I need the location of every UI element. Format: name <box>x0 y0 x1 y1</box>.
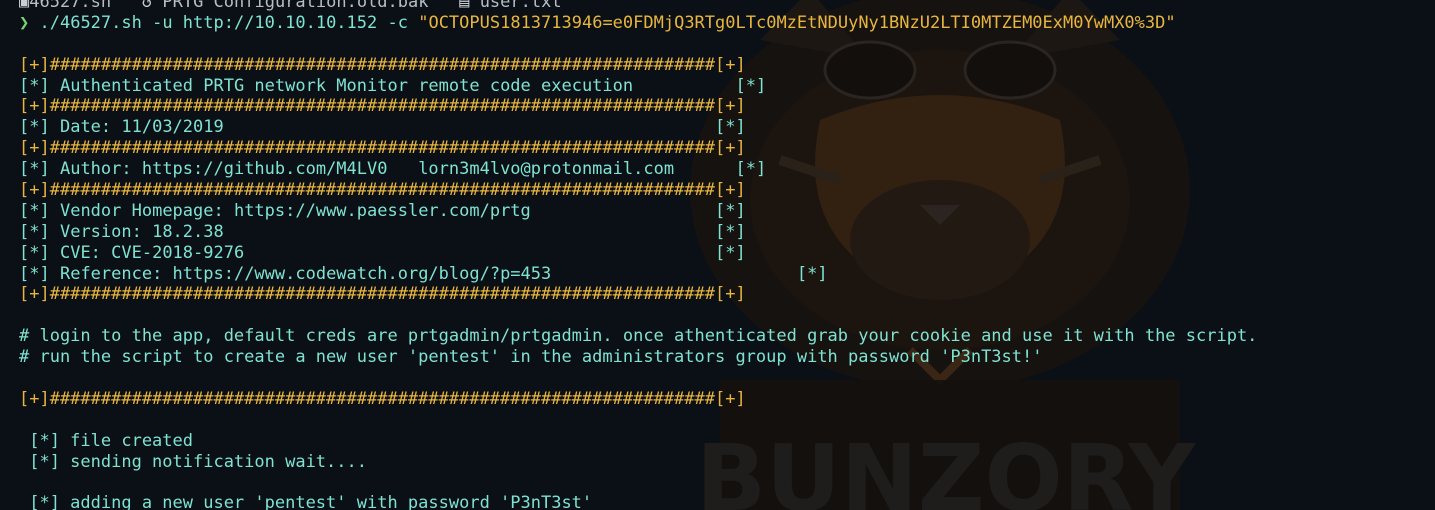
banner-edge-right: [*] <box>715 221 746 242</box>
banner-vendor-row: [*] Vendor Homepage: https://www.paessle… <box>19 201 1257 222</box>
usage-comment: # login to the app, default creds are pr… <box>19 326 1258 347</box>
document-icon: ▤ <box>459 0 470 12</box>
banner-edge-left: [*] <box>19 117 50 138</box>
file-tab-strip: ▣46527.sh ↺ PRTG Configuration.old.bak ▤… <box>19 0 1257 13</box>
terminal-output: ▣46527.sh ↺ PRTG Configuration.old.bak ▤… <box>19 0 1257 510</box>
status-output-line: [*] sending notification wait.... <box>19 451 367 472</box>
status-output-line: [*] adding a new user 'pentest' with pas… <box>19 493 593 510</box>
prompt-arrow-icon: ❯ <box>19 12 30 33</box>
banner-border: [+]#####################################… <box>19 138 746 159</box>
banner-border: [+]#####################################… <box>19 54 746 75</box>
status-output-line: [*] file created <box>19 430 193 451</box>
banner-version: Version: 18.2.38 <box>59 221 224 242</box>
banner-author-row: [*] Author: https://github.com/M4LV0 lor… <box>19 159 1257 180</box>
terminal-window[interactable]: BUNZORY ▣46527.sh ↺ PRTG Configuration.o… <box>0 0 1435 510</box>
banner-border: [+]#####################################… <box>19 96 746 117</box>
banner-border: [+]#####################################… <box>19 388 746 409</box>
banner-author: Author: https://github.com/M4LV0 lorn3m4… <box>59 159 675 180</box>
banner-edge-left: [*] <box>19 263 50 284</box>
banner-title-row: [*] Authenticated PRTG network Monitor r… <box>19 76 1257 97</box>
banner-vendor: Vendor Homepage: https://www.paessler.co… <box>59 200 531 221</box>
usage-comment: # run the script to create a new user 'p… <box>19 347 1043 368</box>
command-cookie-argument: "OCTOPUS1813713946=e0FDMjQ3RTg0LTc0MzEtN… <box>418 12 1176 33</box>
banner-edge-right: [*] <box>715 200 746 221</box>
command-line: ❯ ./46527.sh -u http://10.10.10.152 -c "… <box>19 13 1257 34</box>
banner-edge-left: [*] <box>19 200 50 221</box>
banner-title: Authenticated PRTG network Monitor remot… <box>59 75 634 96</box>
banner-edge-left: [*] <box>19 159 50 180</box>
banner-reference-row: [*] Reference: https://www.codewatch.org… <box>19 264 1257 285</box>
banner-reference: Reference: https://www.codewatch.org/blo… <box>59 263 552 284</box>
banner-edge-left: [*] <box>19 221 50 242</box>
banner-cve-row: [*] CVE: CVE-2018-9276 [*] <box>19 243 1257 264</box>
file-tab-label[interactable]: user.txt <box>480 0 562 12</box>
file-tab-label[interactable]: PRTG Configuration.old.bak <box>162 0 428 12</box>
banner-edge-right: [*] <box>735 159 767 180</box>
banner-border: [+]#####################################… <box>19 180 746 201</box>
banner-border: [+]#####################################… <box>19 284 746 305</box>
banner-edge-right: [*] <box>715 242 746 263</box>
history-icon: ↺ <box>141 0 153 12</box>
banner-cve: CVE: CVE-2018-9276 <box>59 242 245 263</box>
command-text: ./46527.sh -u http://10.10.10.152 -c <box>39 12 408 33</box>
banner-version-row: [*] Version: 18.2.38 [*] <box>19 222 1257 243</box>
banner-date-row: [*] Date: 11/03/2019 [*] <box>19 117 1257 138</box>
terminal-file-icon: ▣ <box>19 0 30 12</box>
banner-edge-right: [*] <box>715 117 746 138</box>
file-tab-label[interactable]: 46527.sh <box>29 0 111 12</box>
banner-edge-right: [*] <box>796 263 828 284</box>
banner-edge-left: [*] <box>19 75 50 96</box>
banner-edge-right: [*] <box>735 75 767 96</box>
banner-date: Date: 11/03/2019 <box>59 117 224 138</box>
banner-edge-left: [*] <box>19 242 50 263</box>
